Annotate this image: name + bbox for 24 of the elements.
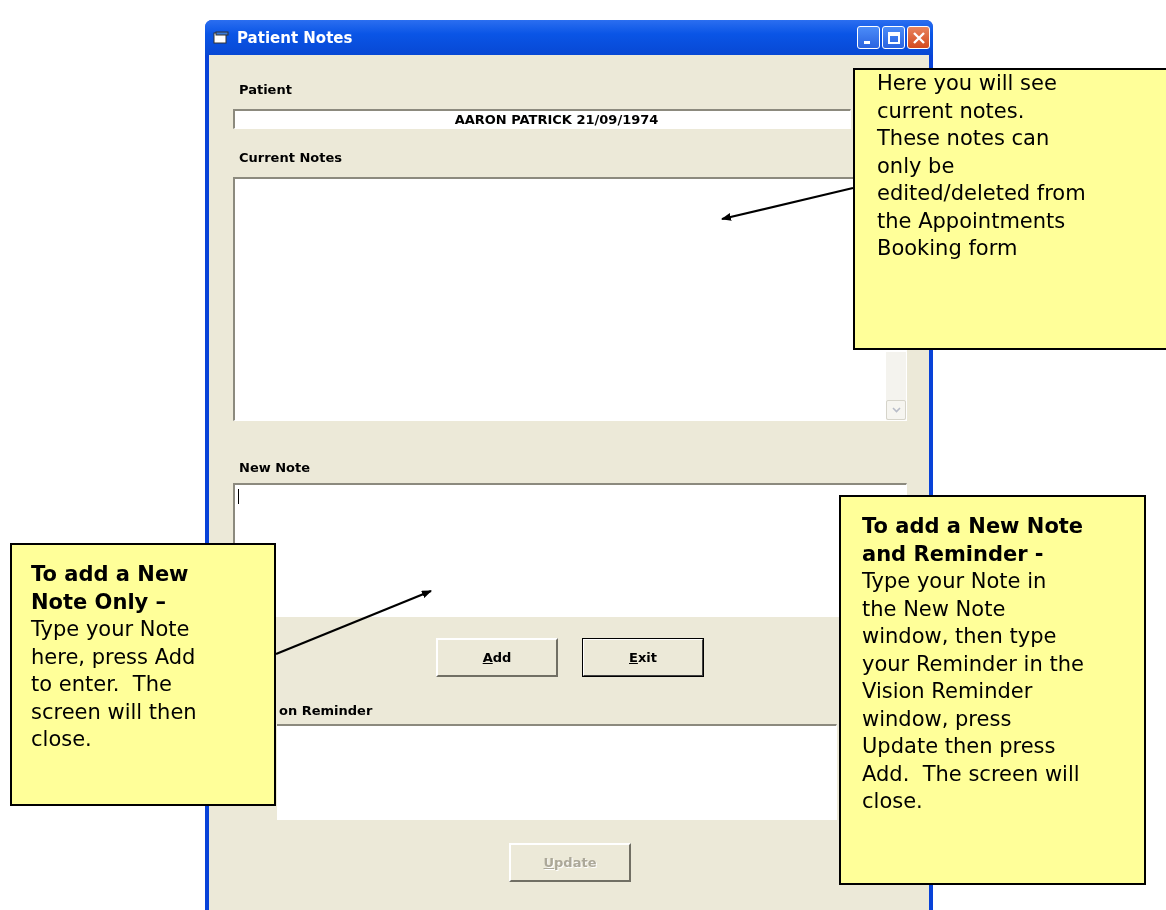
callout-heading: To add a New Note Only – [31,561,190,616]
patient-label: Patient [238,81,292,99]
callout-text: Type your Note in the New Note window, then type your Reminder in the Vision Reminder window, press Update then press Add. The screen will close. [862,568,1085,815]
close-button[interactable] [907,26,930,49]
vision-reminder-area[interactable] [277,724,837,820]
minimize-button[interactable] [857,26,880,49]
new-note-label: New Note [238,459,311,477]
current-notes-label: Current Notes [238,149,342,167]
callout-text: Here you will see current notes. These notes can only be edited/deleted from the Appointments Booking form [877,70,1087,262]
close-icon [912,31,925,44]
callout-text: Type your Note here, press Add to enter. The screen will then close. [31,616,198,753]
callout-heading: To add a New Note and Reminder - [862,513,1085,568]
window-icon [213,30,229,45]
dialog-button[interactable]: Add [436,638,558,677]
window-title: Patient Notes [237,28,354,47]
maximize-icon [887,31,900,44]
maximize-button[interactable] [882,26,905,49]
vision-reminder-label: on Reminder [278,702,373,720]
text-cursor [238,489,239,504]
chevron-down-icon [891,407,901,413]
minimize-icon [863,41,870,44]
dialog-button[interactable]: Exit [582,638,704,677]
patient-field[interactable]: AARON PATRICK 21/09/1974 [233,109,851,129]
scrollbar[interactable] [886,352,906,420]
